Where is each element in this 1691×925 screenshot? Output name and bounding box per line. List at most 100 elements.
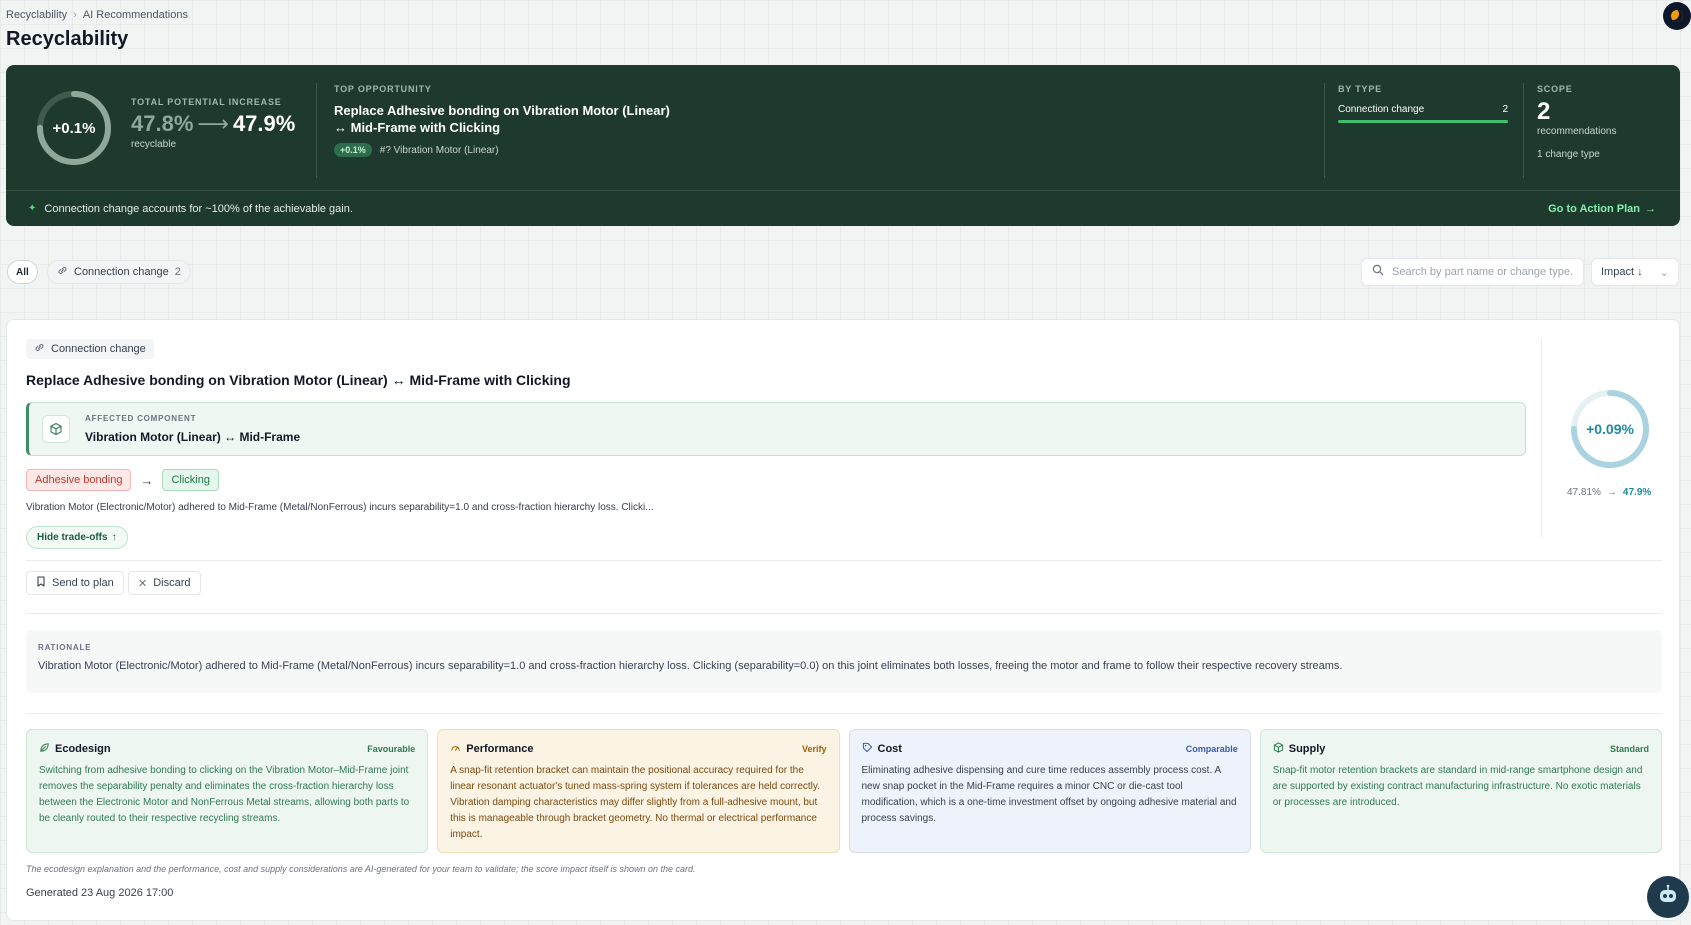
tile-supply: Supply Standard Snap-fit motor retention… bbox=[1259, 729, 1662, 853]
ai-disclaimer: The ecodesign explanation and the perfor… bbox=[26, 864, 696, 874]
tile-verdict: Comparable bbox=[1185, 744, 1238, 754]
affected-component-name: Vibration Motor (Linear) ↔ Mid-Frame bbox=[85, 430, 301, 444]
arrow-right-icon: → bbox=[1645, 202, 1656, 215]
leaf-icon bbox=[39, 742, 50, 756]
recommendation-card: Connection change Replace Adhesive bondi… bbox=[6, 319, 1680, 921]
from-connection-tag: Adhesive bonding bbox=[26, 469, 132, 491]
arrow-up-icon: ↑ bbox=[111, 532, 117, 543]
close-icon: ✕ bbox=[138, 577, 148, 590]
divider bbox=[1541, 338, 1542, 538]
tile-name: Cost bbox=[877, 743, 902, 755]
tile-cost: Cost Comparable Eliminating adhesive dis… bbox=[848, 729, 1251, 853]
recommendation-title: Replace Adhesive bonding on Vibration Mo… bbox=[26, 372, 571, 388]
top-opportunity-part: #? Vibration Motor (Linear) bbox=[379, 144, 499, 156]
sparkle-icon: ✦ bbox=[28, 203, 37, 214]
tile-body: Switching from adhesive bonding to click… bbox=[39, 765, 410, 824]
tile-verdict: Favourable bbox=[367, 744, 416, 754]
scope-label: SCOPE bbox=[1537, 84, 1573, 94]
filter-connection-chip[interactable]: Connection change 2 bbox=[47, 260, 191, 284]
search-icon bbox=[1372, 263, 1384, 281]
search-box bbox=[1361, 258, 1584, 286]
summary-footer-text: Connection change accounts for ~100% of … bbox=[44, 202, 353, 215]
divider bbox=[26, 613, 1662, 614]
tag-icon bbox=[862, 742, 873, 756]
link-icon bbox=[57, 265, 68, 279]
score-to: 47.9% bbox=[1622, 487, 1652, 498]
arrow-right-icon: ⟶ bbox=[197, 111, 229, 136]
moon-icon bbox=[1671, 10, 1683, 22]
breadcrumb-root[interactable]: Recyclability bbox=[6, 9, 67, 21]
total-increase-label: TOTAL POTENTIAL INCREASE bbox=[131, 97, 282, 107]
scope-change-types: 1 change type bbox=[1537, 149, 1600, 160]
send-to-plan-button[interactable]: Send to plan bbox=[26, 571, 124, 595]
top-opportunity-badge: +0.1% bbox=[334, 143, 372, 157]
rationale-text: Vibration Motor (Electronic/Motor) adher… bbox=[38, 660, 1343, 672]
score-from: 47.81% bbox=[1567, 487, 1601, 498]
tile-ecodesign: Ecodesign Favourable Switching from adhe… bbox=[26, 729, 429, 853]
divider bbox=[1523, 83, 1524, 178]
link-icon bbox=[34, 342, 45, 356]
arrow-right-icon: → bbox=[140, 472, 154, 488]
by-type: BY TYPE Connection change 2 bbox=[1338, 84, 1508, 123]
assistant-bot-button[interactable] bbox=[1647, 876, 1689, 918]
tile-body: Snap-fit motor retention brackets are st… bbox=[1272, 765, 1643, 808]
affected-component: AFFECTED COMPONENT Vibration Motor (Line… bbox=[26, 402, 1526, 456]
tile-verdict: Standard bbox=[1609, 744, 1649, 754]
divider bbox=[26, 713, 1662, 714]
total-unit: recyclable bbox=[131, 139, 177, 150]
tile-verdict: Verify bbox=[801, 744, 827, 754]
tradeoff-tiles: Ecodesign Favourable Switching from adhe… bbox=[26, 729, 1662, 853]
bookmark-icon bbox=[36, 576, 46, 590]
arrow-down-icon: ↓ bbox=[1637, 266, 1643, 278]
to-connection-tag: Clicking bbox=[162, 469, 219, 491]
rationale-label: RATIONALE bbox=[38, 643, 92, 652]
chevron-right-icon: › bbox=[73, 9, 77, 21]
gauge-icon bbox=[450, 742, 461, 756]
tile-name: Performance bbox=[466, 743, 534, 755]
arrow-right-icon: → bbox=[1606, 487, 1617, 498]
tile-name: Supply bbox=[1288, 743, 1326, 755]
discard-button[interactable]: ✕ Discard bbox=[128, 571, 201, 595]
by-type-count: 2 bbox=[1502, 104, 1508, 115]
hide-tradeoffs-button[interactable]: Hide trade-offs ↑ bbox=[26, 526, 128, 549]
cube-icon bbox=[42, 415, 70, 443]
package-icon bbox=[1273, 742, 1284, 756]
potential-ring: +0.1% bbox=[34, 88, 114, 168]
sort-label: Impact bbox=[1601, 266, 1635, 278]
tile-body: A snap-fit retention bracket can maintai… bbox=[450, 765, 820, 840]
by-type-name: Connection change bbox=[1338, 104, 1425, 115]
scope: SCOPE 2 recommendations 1 change type bbox=[1537, 84, 1616, 160]
by-type-label: BY TYPE bbox=[1338, 84, 1382, 94]
potential-ring-value: +0.1% bbox=[52, 119, 96, 137]
sort-select[interactable]: Impact ↓ ⌄ bbox=[1591, 258, 1679, 286]
score-ring: +0.09% bbox=[1568, 387, 1652, 471]
breadcrumb-current: AI Recommendations bbox=[82, 9, 188, 21]
divider bbox=[26, 560, 1662, 561]
robot-icon bbox=[1655, 882, 1681, 913]
affected-component-label: AFFECTED COMPONENT bbox=[85, 414, 197, 423]
tile-name: Ecodesign bbox=[55, 743, 111, 755]
total-from: 47.8% bbox=[131, 111, 194, 136]
type-chip: Connection change bbox=[26, 339, 154, 359]
by-type-bar bbox=[1338, 120, 1508, 123]
tile-body: Eliminating adhesive dispensing and cure… bbox=[861, 765, 1237, 824]
recommendation-description: Vibration Motor (Electronic/Motor) adher… bbox=[26, 502, 654, 513]
summary-banner: +0.1% TOTAL POTENTIAL INCREASE 47.8% ⟶ 4… bbox=[6, 65, 1680, 226]
rationale-panel: RATIONALE Vibration Motor (Electronic/Mo… bbox=[26, 630, 1662, 693]
scope-sub: recommendations bbox=[1537, 126, 1617, 137]
page-title: Recyclability bbox=[6, 28, 129, 50]
divider bbox=[316, 83, 317, 178]
top-opportunity-title[interactable]: Replace Adhesive bonding on Vibration Mo… bbox=[334, 102, 694, 136]
score-range: 47.81% → 47.9% bbox=[1567, 487, 1651, 498]
total-to: 47.9% bbox=[232, 111, 296, 136]
search-input[interactable] bbox=[1392, 266, 1572, 278]
total-increase: TOTAL POTENTIAL INCREASE 47.8% ⟶ 47.9% r… bbox=[131, 97, 295, 150]
theme-toggle-button[interactable] bbox=[1663, 2, 1691, 30]
go-to-action-plan-link[interactable]: Go to Action Plan → bbox=[1548, 203, 1656, 215]
score-value: +0.09% bbox=[1586, 421, 1634, 437]
scope-count: 2 bbox=[1537, 98, 1551, 125]
tile-performance: Performance Verify A snap-fit retention … bbox=[437, 729, 840, 853]
top-opportunity: TOP OPPORTUNITY Replace Adhesive bonding… bbox=[334, 84, 694, 157]
chevron-down-icon: ⌄ bbox=[1659, 266, 1669, 279]
filter-all-chip[interactable]: All bbox=[7, 260, 38, 284]
